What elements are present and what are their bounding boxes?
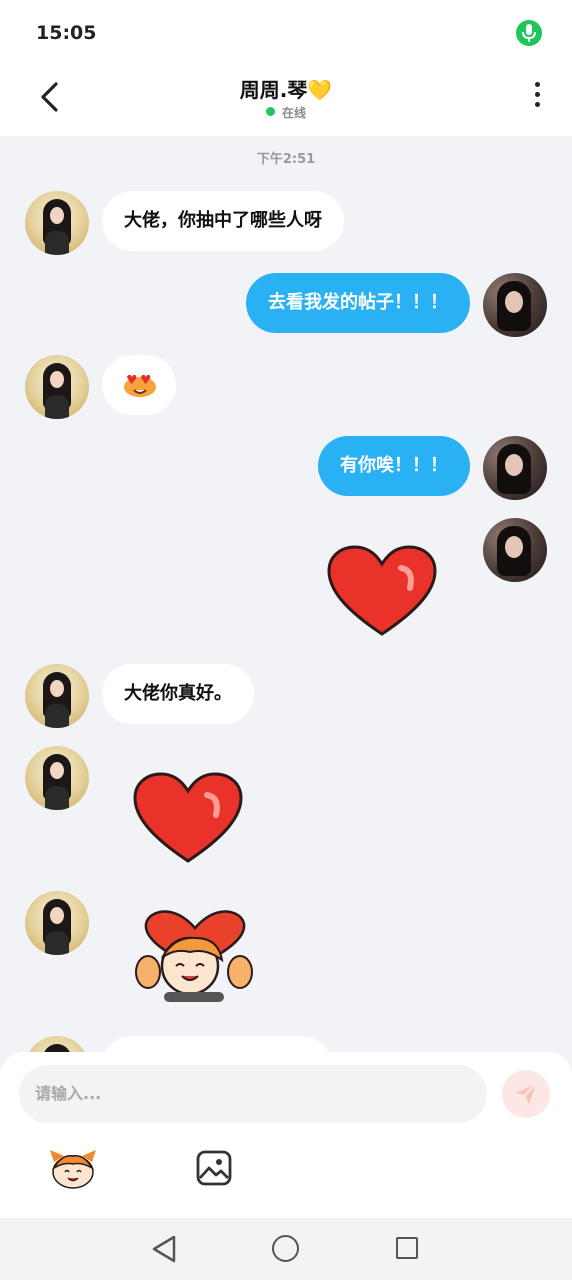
heart-eyes-sticker[interactable]	[102, 355, 176, 415]
contact-avatar[interactable]	[25, 746, 89, 810]
nav-recents-icon[interactable]	[396, 1237, 418, 1259]
my-avatar[interactable]	[483, 273, 547, 337]
nav-back-icon[interactable]	[150, 1234, 178, 1264]
contact-avatar[interactable]	[25, 355, 89, 419]
my-avatar[interactable]	[483, 436, 547, 500]
nav-home-icon[interactable]	[272, 1235, 299, 1262]
heart-hug-sticker[interactable]	[134, 908, 256, 1004]
message-bubble-incoming[interactable]: 大佬你真好。	[102, 664, 254, 724]
online-status-label: 在线	[281, 106, 306, 120]
red-heart-sticker[interactable]	[326, 544, 438, 638]
emoji-sticker-button[interactable]	[48, 1148, 98, 1190]
image-picker-button[interactable]	[194, 1148, 234, 1188]
message-composer: 请输入...	[0, 1052, 572, 1218]
message-bubble-outgoing[interactable]: 有你唉！！！	[318, 436, 470, 496]
more-dot-icon	[534, 82, 540, 87]
contact-avatar[interactable]	[25, 664, 89, 728]
image-icon	[196, 1150, 232, 1186]
contact-avatar[interactable]	[25, 1036, 89, 1052]
emoji-sticker-icon	[50, 1150, 96, 1189]
my-avatar[interactable]	[483, 518, 547, 582]
status-time: 15:05	[36, 22, 97, 44]
more-options-button[interactable]	[532, 82, 542, 112]
contact-avatar[interactable]	[25, 191, 89, 255]
message-timestamp: 下午2:51	[256, 152, 316, 167]
message-input[interactable]: 请输入...	[19, 1065, 487, 1123]
online-status: 在线	[0, 104, 572, 121]
status-bar: 15:05	[0, 0, 572, 66]
heart-eyes-sticker-icon	[124, 374, 156, 397]
contact-avatar[interactable]	[25, 891, 89, 955]
red-heart-sticker[interactable]	[132, 771, 244, 865]
message-bubble-outgoing[interactable]: 去看我发的帖子！！！	[246, 273, 470, 333]
send-icon	[516, 1083, 537, 1104]
system-navigation-bar	[0, 1218, 572, 1280]
online-dot-icon	[265, 107, 275, 116]
message-list[interactable]: 下午2:51 大佬，你抽中了哪些人呀 去看我发的帖子！！！ 有你唉！！！ 大佬你…	[0, 136, 572, 1052]
chat-header: 周周.琴💛 在线	[0, 66, 572, 136]
send-button[interactable]	[502, 1070, 550, 1118]
contact-name: 周周.琴💛	[239, 78, 333, 102]
message-bubble-incoming[interactable]: 大佬，你抽中了哪些人呀	[102, 191, 344, 251]
message-bubble-incoming[interactable]	[102, 1036, 332, 1052]
microphone-icon	[516, 20, 542, 46]
